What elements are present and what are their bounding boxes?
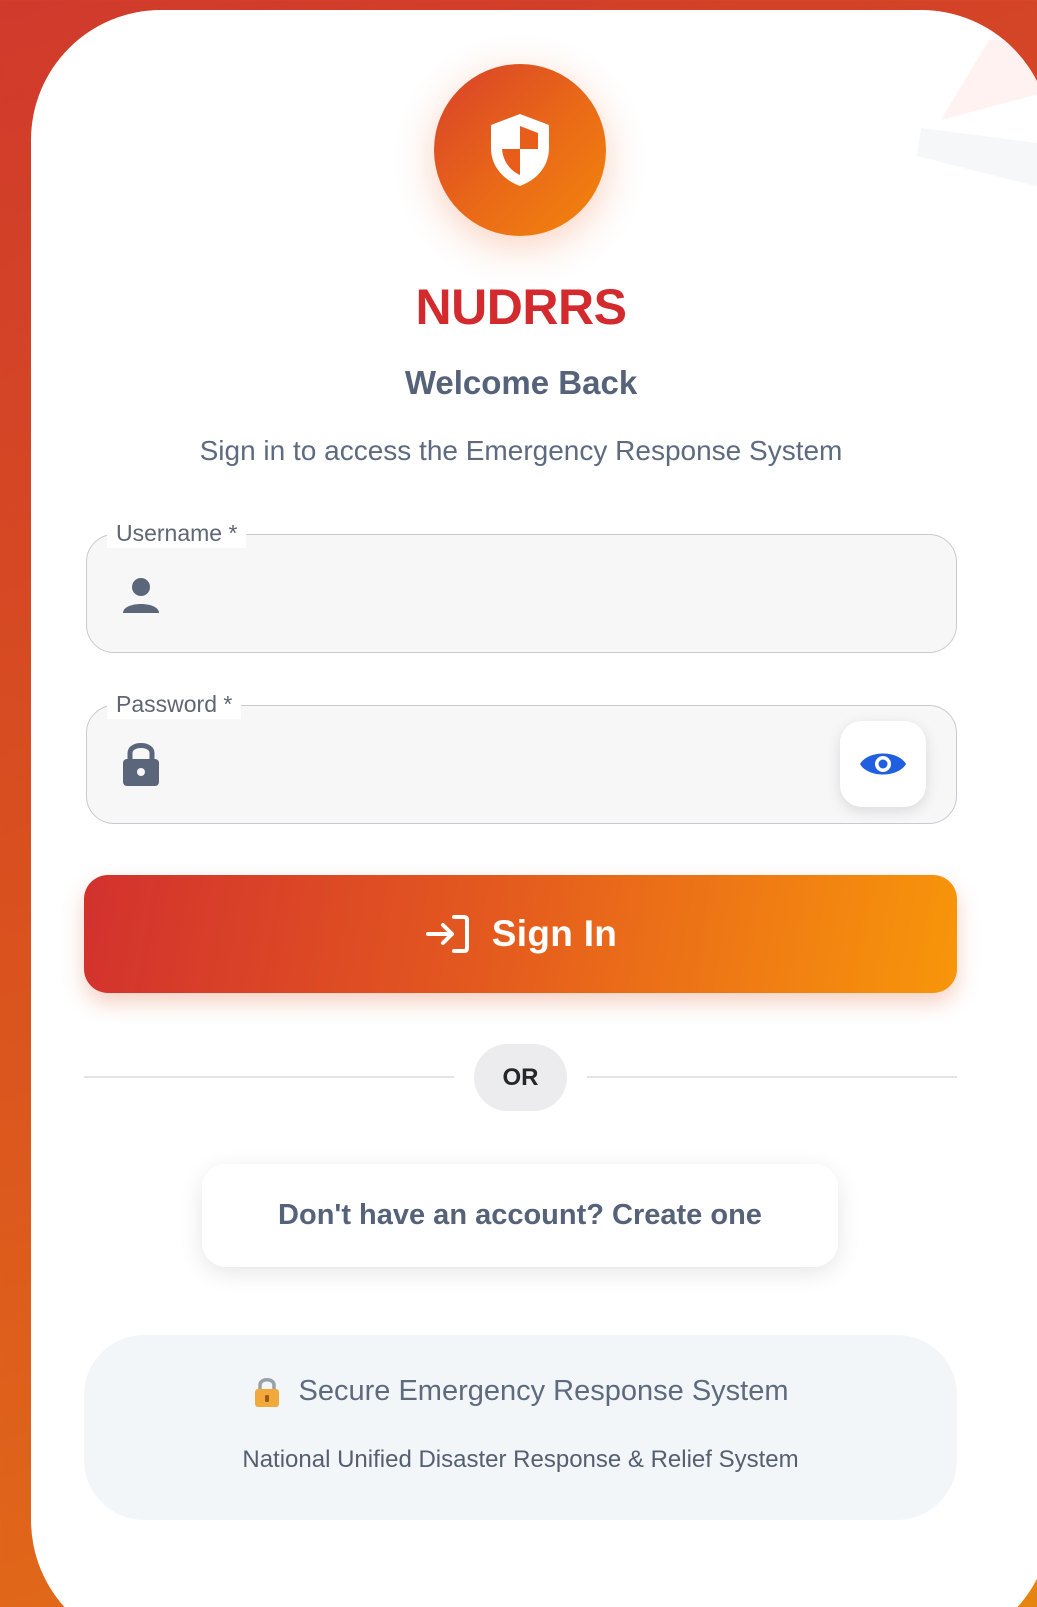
eye-icon xyxy=(860,753,906,775)
or-divider: OR xyxy=(474,1044,567,1111)
shield-icon xyxy=(491,114,549,186)
app-logo xyxy=(434,64,606,236)
username-field[interactable]: Username * xyxy=(86,518,957,653)
sign-in-label: Sign In xyxy=(491,913,618,954)
login-card: NUDRRS Welcome Back Sign in to access th… xyxy=(31,10,1037,1607)
security-footer: Secure Emergency Response System Nationa… xyxy=(84,1335,957,1520)
username-input[interactable] xyxy=(187,555,807,633)
decorative-shape xyxy=(917,40,1037,187)
username-label: Username * xyxy=(107,518,247,548)
create-account-button[interactable]: Don't have an account? Create one xyxy=(202,1164,838,1267)
user-icon xyxy=(123,578,159,613)
lock-icon xyxy=(123,743,159,786)
app-title: NUDRRS xyxy=(415,279,627,335)
divider-left xyxy=(84,1076,454,1078)
system-full-name: National Unified Disaster Response & Rel… xyxy=(242,1446,799,1473)
toggle-password-visibility-button[interactable] xyxy=(840,721,926,807)
secure-text: Secure Emergency Response System xyxy=(298,1375,789,1407)
welcome-heading: Welcome Back xyxy=(404,364,638,401)
page-subtitle: Sign in to access the Emergency Response… xyxy=(199,435,843,466)
password-input[interactable] xyxy=(187,726,807,804)
divider-right xyxy=(587,1076,957,1078)
secure-line: Secure Emergency Response System xyxy=(84,1375,957,1408)
password-label: Password * xyxy=(107,689,242,719)
padlock-emoji-icon xyxy=(254,1377,279,1407)
password-field[interactable]: Password * xyxy=(86,689,957,824)
login-arrow-icon xyxy=(425,915,469,953)
sign-in-button[interactable]: Sign In xyxy=(84,875,957,993)
